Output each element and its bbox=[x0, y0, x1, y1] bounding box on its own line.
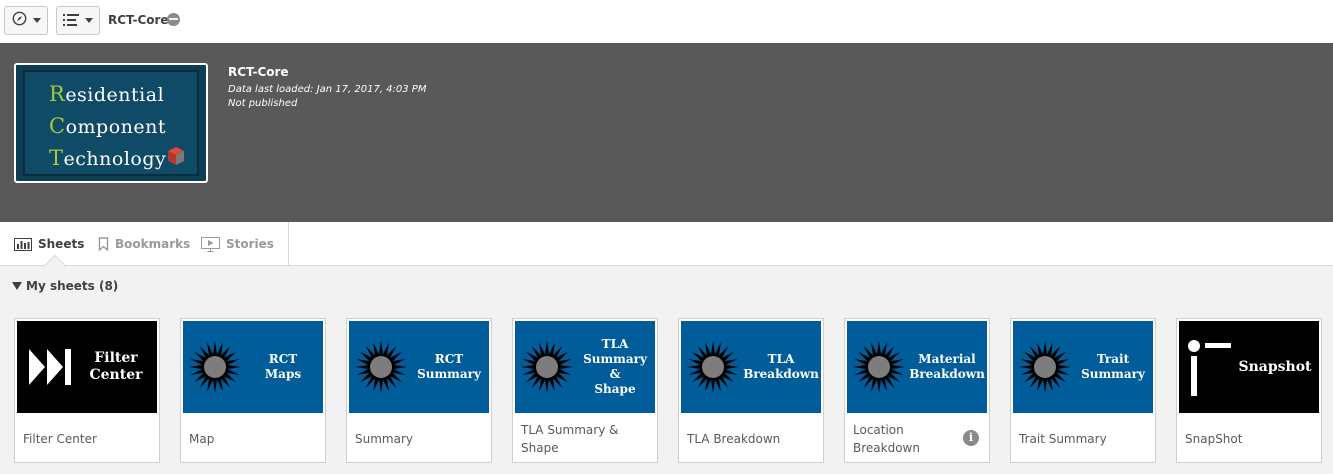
triangle-down-icon bbox=[12, 282, 22, 290]
sheet-thumbnail: RCT Summary bbox=[349, 321, 489, 413]
tab-divider bbox=[288, 222, 289, 266]
cube-logo-icon bbox=[168, 147, 184, 165]
my-sheets-toggle[interactable]: My sheets (8) bbox=[12, 279, 118, 293]
sheet-thumbnail-text: Filter Center bbox=[89, 350, 143, 383]
sheet-card[interactable]: RCT Summary Summary bbox=[346, 318, 492, 463]
sheet-thumbnail-text: TLA Summary & Shape bbox=[583, 337, 647, 396]
burst-icon bbox=[189, 341, 241, 393]
chevron-down-icon bbox=[85, 18, 93, 23]
app-title: RCT-Core bbox=[108, 13, 169, 27]
section-title: My sheets (8) bbox=[26, 279, 119, 293]
sheet-title: Filter Center bbox=[23, 432, 97, 446]
sheet-title: Trait Summary bbox=[1019, 432, 1107, 446]
bookmark-icon bbox=[98, 237, 109, 251]
sheet-card[interactable]: Trait Summary Trait Summary bbox=[1010, 318, 1156, 463]
sheet-card[interactable]: Filter Center Filter Center bbox=[14, 318, 160, 463]
sheet-thumbnail: Material Breakdown bbox=[847, 321, 987, 413]
sheet-card[interactable]: TLA Breakdown TLA Breakdown bbox=[678, 318, 824, 463]
app-overview-header: Residential Component Technology RCT-Cor… bbox=[0, 43, 1333, 222]
sheet-thumbnail: Snapshot bbox=[1179, 321, 1319, 413]
navigation-button[interactable] bbox=[4, 6, 48, 35]
burst-icon bbox=[687, 341, 739, 393]
burst-icon bbox=[521, 341, 573, 393]
sheet-thumbnail: RCT Maps bbox=[183, 321, 323, 413]
sheet-card[interactable]: RCT Maps Map bbox=[180, 318, 326, 463]
chevron-down-icon bbox=[32, 18, 41, 23]
sheet-thumbnail-text: RCT Maps bbox=[264, 352, 302, 381]
sheet-thumbnail-text: RCT Summary bbox=[417, 352, 481, 381]
sheet-thumbnail: Trait Summary bbox=[1013, 321, 1153, 413]
sheet-thumbnail-text: Material Breakdown bbox=[909, 352, 985, 381]
thumbnail-line: Technology bbox=[49, 146, 167, 170]
sheet-card[interactable]: TLA Summary & Shape TLA Summary & Shape bbox=[512, 318, 658, 463]
publish-status: Not published bbox=[228, 98, 298, 109]
sheet-title: Summary bbox=[355, 432, 413, 446]
fast-forward-icon bbox=[29, 349, 71, 385]
bar-chart-icon bbox=[14, 237, 32, 251]
sheet-thumbnail: TLA Summary & Shape bbox=[515, 321, 655, 413]
tab-bookmarks[interactable]: Bookmarks bbox=[98, 222, 190, 266]
data-last-loaded: Data last loaded: Jan 17, 2017, 4:03 PM bbox=[228, 84, 427, 95]
thumbnail-frame: Residential Component Technology bbox=[23, 70, 199, 176]
sheet-thumbnail: Filter Center bbox=[17, 321, 157, 413]
app-thumbnail[interactable]: Residential Component Technology bbox=[14, 63, 208, 183]
app-name: RCT-Core bbox=[228, 65, 289, 79]
globe-icon bbox=[167, 13, 180, 26]
compass-icon bbox=[12, 11, 27, 30]
thumbnail-line: Residential bbox=[49, 82, 165, 106]
burst-icon bbox=[355, 341, 407, 393]
burst-icon bbox=[853, 341, 905, 393]
tab-label: Bookmarks bbox=[115, 237, 191, 251]
thumbnail-line: Component bbox=[49, 114, 166, 138]
sheet-title: TLA Breakdown bbox=[687, 432, 781, 446]
sheet-title: Location Breakdown bbox=[853, 423, 920, 455]
sheet-card[interactable]: Snapshot SnapShot bbox=[1176, 318, 1322, 463]
i-icon bbox=[1188, 340, 1231, 396]
top-toolbar: RCT-Core bbox=[0, 0, 1333, 43]
sheet-card[interactable]: Material Breakdown Location Breakdown i bbox=[844, 318, 990, 463]
sheet-thumbnail: TLA Breakdown bbox=[681, 321, 821, 413]
content-tabs: Sheets Bookmarks Stories bbox=[0, 222, 1333, 266]
burst-icon bbox=[1019, 341, 1071, 393]
sheet-thumbnail-text: Trait Summary bbox=[1081, 352, 1145, 381]
sheet-title: SnapShot bbox=[1185, 432, 1243, 446]
info-icon[interactable]: i bbox=[963, 430, 979, 446]
sheet-title: TLA Summary & Shape bbox=[521, 423, 619, 455]
global-menu-button[interactable] bbox=[56, 6, 100, 35]
sheet-thumbnail-text: TLA Breakdown bbox=[743, 352, 819, 381]
tab-label: Stories bbox=[226, 237, 274, 251]
sheet-thumbnail-text: Snapshot bbox=[1238, 358, 1312, 375]
play-icon bbox=[201, 236, 220, 252]
sheet-title: Map bbox=[189, 432, 215, 446]
tab-stories[interactable]: Stories bbox=[201, 222, 274, 266]
tab-label: Sheets bbox=[38, 237, 85, 251]
list-icon bbox=[63, 11, 79, 30]
